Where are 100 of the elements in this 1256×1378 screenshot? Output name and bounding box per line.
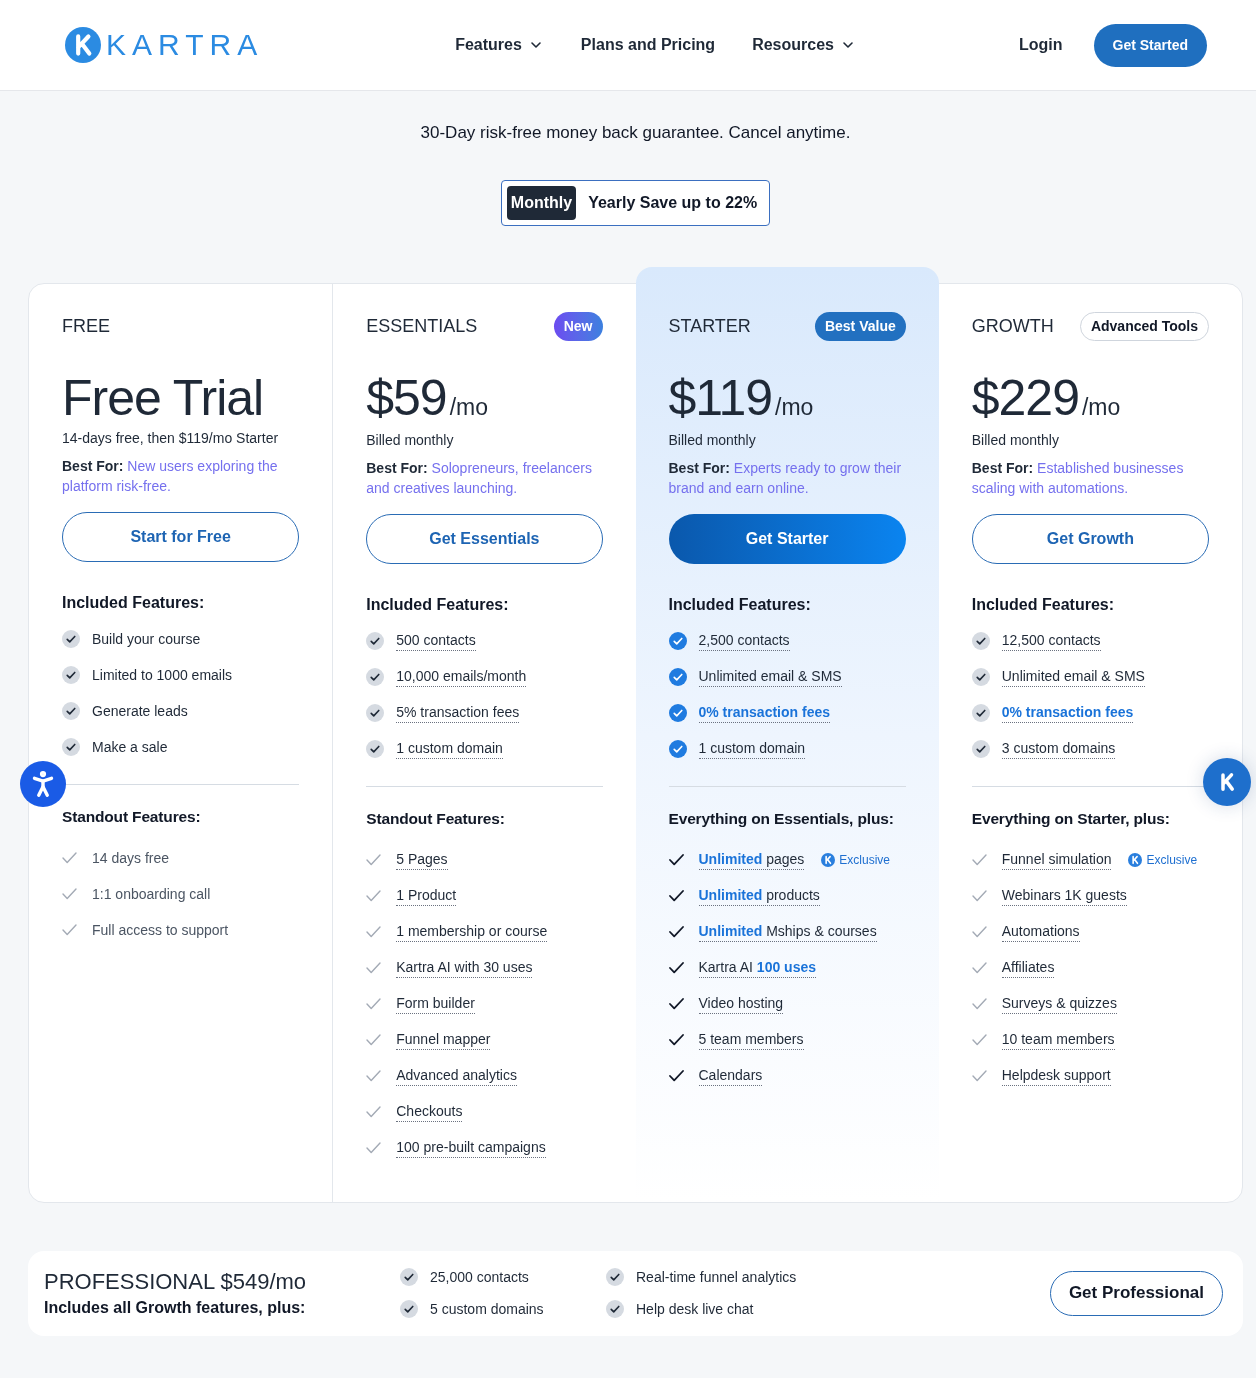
best-for-text: Best For: New users exploring the platform risk-free. [62, 457, 279, 496]
plan-price: $229 [971, 373, 1079, 423]
check-icon [366, 1105, 382, 1118]
best-for-text: Best For: Experts ready to grow their brand and earn online. [668, 458, 903, 498]
feature-text: Real-time funnel analytics [636, 1267, 797, 1287]
feature-text: 1 membership or course [396, 921, 548, 942]
check-icon [971, 1033, 987, 1046]
logo-icon [821, 852, 836, 867]
check-icon [971, 1069, 987, 1082]
feature-text: 5 team members [698, 1029, 804, 1050]
check-circle-icon [668, 739, 687, 758]
plan-cta-button[interactable]: Start for Free [62, 512, 300, 562]
plan-cta-button[interactable]: Get Starter [668, 513, 906, 564]
check-circle-icon [366, 703, 385, 722]
best-for-text: Best For: Established businesses scaling with automations. [971, 458, 1185, 498]
feature-text: 10 team members [1001, 1029, 1115, 1050]
feature-text: Funnel mapper [396, 1029, 491, 1050]
plan-badge: Advanced Tools [1079, 311, 1209, 341]
check-icon [62, 888, 77, 900]
check-icon [366, 997, 382, 1010]
feature-text: Automations [1001, 921, 1080, 942]
feature-text: Build your course [92, 629, 201, 649]
feature-text: Kartra AI with 30 uses [396, 957, 533, 978]
check-icon [668, 961, 684, 974]
feature-text: 5 custom domains [430, 1299, 544, 1319]
check-icon [668, 925, 684, 938]
feature-text: 500 contacts [396, 630, 476, 651]
feature-text: Video hosting [698, 993, 784, 1014]
check-icon [668, 1069, 684, 1082]
plan-name: FREE [62, 314, 110, 338]
check-circle-icon [62, 702, 80, 720]
check-icon [366, 1069, 382, 1082]
feature-text: Checkouts [396, 1101, 463, 1122]
plan-name: ESSENTIALS [366, 314, 478, 338]
check-icon [668, 997, 684, 1010]
feature-text: Calendars [698, 1065, 763, 1086]
check-circle-icon [971, 739, 990, 758]
check-icon [668, 889, 684, 902]
nav-link[interactable]: Plans and Pricing [580, 33, 716, 57]
price-unit: /mo [775, 393, 814, 422]
check-icon [971, 961, 987, 974]
check-circle-icon [606, 1268, 624, 1286]
check-icon [366, 889, 382, 902]
nav-link[interactable]: Resources [752, 33, 856, 57]
exclusive-label: Exclusive [839, 851, 890, 869]
plan-cta-button[interactable]: Get Growth [971, 513, 1209, 564]
feature-text: Kartra AI 100 uses [698, 957, 817, 978]
feature-text: 10,000 emails/month [396, 666, 527, 687]
check-circle-icon [366, 739, 385, 758]
accessibility-button[interactable] [20, 761, 66, 807]
feature-text: Help desk live chat [636, 1299, 754, 1319]
billing-note: Billed monthly [366, 430, 455, 450]
check-circle-icon [606, 1300, 624, 1318]
feature-text: Webinars 1K guests [1001, 885, 1127, 906]
feature-text: Surveys & quizzes [1001, 993, 1117, 1014]
feature-text: 1 custom domain [396, 738, 503, 759]
check-circle-icon [971, 631, 990, 650]
section-heading: Standout Features: [62, 807, 202, 827]
plan-cta-button[interactable]: Get Essentials [366, 513, 603, 564]
get-started-button[interactable]: Get Started [1093, 23, 1207, 67]
plan-subtitle: Includes all Growth features, plus: [44, 1298, 307, 1318]
feature-text: 1 custom domain [698, 738, 806, 759]
guarantee-text: 30-Day risk-free money back guarantee. Cancel anytime. [420, 122, 851, 144]
feature-text: 3 custom domains [1001, 738, 1116, 759]
feature-text: Unlimited email & SMS [1001, 666, 1145, 687]
check-circle-icon [668, 667, 687, 686]
nav-link[interactable]: Features [455, 33, 544, 57]
check-circle-icon [971, 703, 990, 722]
feature-text: 2,500 contacts [698, 630, 790, 651]
feature-text: Unlimited products [698, 885, 820, 906]
feature-text: Funnel simulation [1001, 849, 1112, 870]
check-circle-icon [971, 667, 990, 686]
feature-text: 14 days free [92, 848, 170, 868]
billing-option[interactable]: Monthly [506, 186, 577, 220]
check-icon [366, 961, 382, 974]
feature-text: Advanced analytics [396, 1065, 517, 1086]
plan-badge: Best Value [814, 311, 906, 341]
feature-text: 1 Product [396, 885, 457, 906]
best-for-text: Best For: Solopreneurs, freelancers and creatives launching. [366, 458, 593, 498]
check-circle-icon [62, 738, 80, 756]
check-icon [62, 852, 77, 864]
plan-price: Free Trial [62, 373, 264, 423]
plan-name: GROWTH [971, 314, 1054, 338]
plan-badge: New [553, 311, 603, 341]
feature-text: 5% transaction fees [396, 702, 520, 723]
feature-text: 5 Pages [396, 849, 448, 870]
check-icon [971, 889, 987, 902]
section-heading: Everything on Essentials, plus: [668, 808, 895, 829]
section-heading: Everything on Starter, plus: [971, 808, 1171, 829]
check-circle-icon [400, 1268, 418, 1286]
feature-text: Unlimited email & SMS [698, 666, 842, 687]
check-icon [366, 925, 382, 938]
check-circle-icon [400, 1300, 418, 1318]
get-professional-button[interactable]: Get Professional [1049, 1270, 1223, 1316]
feature-text: 0% transaction fees [698, 702, 830, 723]
check-circle-icon [366, 631, 385, 650]
check-icon [366, 1141, 382, 1154]
login-link[interactable]: Login [1019, 33, 1063, 57]
feature-text: Unlimited Mships & courses [698, 921, 877, 942]
section-heading: Included Features: [62, 593, 206, 613]
